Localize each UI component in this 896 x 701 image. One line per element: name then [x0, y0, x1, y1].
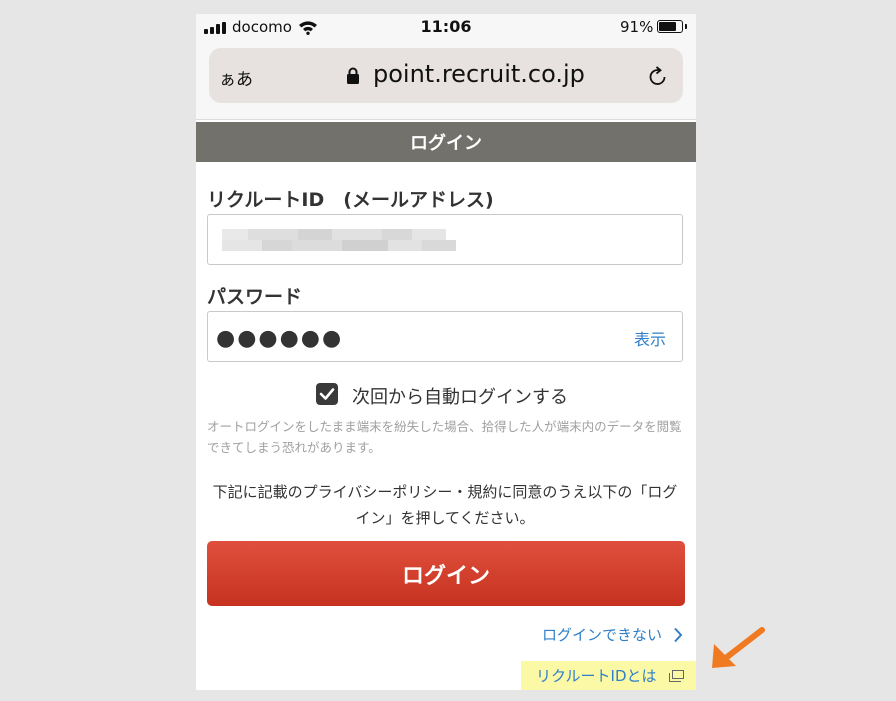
battery-percent: 91%	[620, 18, 654, 36]
consent-text: 下記に記載のプライバシーポリシー・規約に同意のうえ以下の「ログイン」を押してくだ…	[212, 483, 678, 527]
battery-tip	[685, 24, 687, 29]
page-title: ログイン	[196, 122, 696, 162]
auto-login-checkbox[interactable]	[316, 383, 338, 405]
reload-icon[interactable]	[647, 66, 668, 87]
chrome-divider	[196, 119, 696, 120]
url-text[interactable]: point.recruit.co.jp	[373, 60, 585, 88]
password-field-label: パスワード	[207, 286, 303, 308]
lock-icon	[347, 67, 359, 84]
checkbox-checked-icon	[319, 388, 335, 400]
id-field-label: リクルートID (メールアドレス)	[207, 189, 494, 211]
auto-login-note: オートログインをしたまま端末を紛失した場合、拾得した人が端末内のデータを閲覧でき…	[207, 419, 682, 455]
about-recruit-id-link[interactable]: リクルートIDとは	[536, 665, 657, 686]
phone-screen: docomo 11:06 91% ぁあ point.recruit.co.jp	[196, 14, 696, 690]
browser-chrome: docomo 11:06 91% ぁあ point.recruit.co.jp	[196, 14, 696, 120]
password-input[interactable]: ●●●●●● 表示	[207, 311, 683, 362]
address-bar[interactable]: ぁあ point.recruit.co.jp	[209, 48, 683, 103]
text-size-button[interactable]: ぁあ	[219, 65, 253, 90]
battery-level	[659, 22, 676, 31]
password-value: ●●●●●●	[216, 326, 344, 351]
auto-login-label[interactable]: 次回から自動ログインする	[352, 383, 568, 409]
battery-icon	[657, 20, 683, 33]
status-bar: docomo 11:06 91%	[196, 14, 696, 42]
annotation-arrow-icon	[712, 627, 765, 668]
cannot-login-link[interactable]: ログインできない	[542, 624, 662, 645]
login-button[interactable]: ログイン	[207, 541, 685, 606]
new-window-icon	[669, 670, 684, 682]
recruit-id-input[interactable]	[207, 214, 683, 265]
chevron-right-icon[interactable]	[673, 627, 683, 643]
show-password-button[interactable]: 表示	[634, 326, 666, 350]
